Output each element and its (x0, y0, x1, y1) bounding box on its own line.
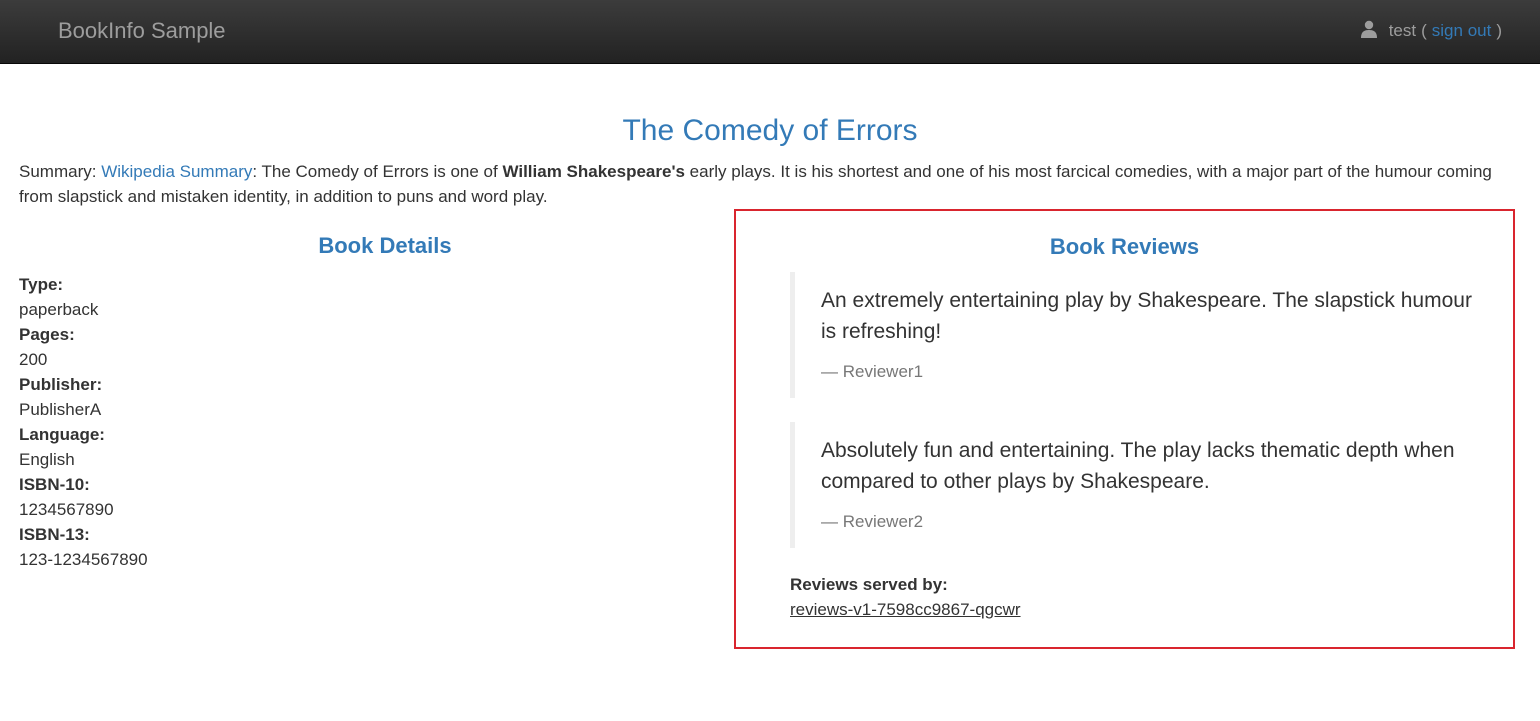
detail-value-isbn10: 1234567890 (19, 500, 114, 519)
book-reviews-panel: Book Reviews An extremely entertaining p… (734, 209, 1515, 649)
reviews-served-by-label: Reviews served by: (790, 575, 948, 594)
book-details-list: Type: paperback Pages: 200 Publisher: Pu… (19, 272, 148, 572)
paren-open: ( (1421, 21, 1427, 40)
reviews-served-by-value[interactable]: reviews-v1-7598cc9867-qgcwr (790, 598, 1021, 622)
detail-label-type: Type: (19, 275, 64, 294)
detail-value-language: English (19, 450, 75, 469)
username: test (1388, 21, 1417, 40)
detail-value-pages: 200 (19, 350, 48, 369)
book-reviews-heading: Book Reviews (1049, 234, 1200, 259)
review-text: An extremely entertaining play by Shakes… (821, 289, 1472, 343)
summary-label: Summary: (19, 162, 97, 181)
review-text: Absolutely fun and entertaining. The pla… (821, 439, 1455, 493)
book-title: The Comedy of Errors (622, 114, 918, 147)
review-author: — Reviewer1 (821, 362, 924, 381)
detail-label-isbn13: ISBN-13: (19, 525, 90, 544)
detail-value-publisher: PublisherA (19, 400, 102, 419)
wikipedia-summary-link[interactable]: Wikipedia Summary (101, 162, 252, 181)
detail-label-isbn10: ISBN-10: (19, 475, 90, 494)
review-item: Absolutely fun and entertaining. The pla… (790, 422, 1490, 548)
detail-value-type: paperback (19, 300, 99, 319)
detail-label-publisher: Publisher: (19, 375, 103, 394)
detail-label-language: Language: (19, 425, 105, 444)
detail-label-pages: Pages: (19, 325, 75, 344)
navbar: BookInfo Sample test ( sign out ) (0, 0, 1540, 64)
book-summary: Summary: Wikipedia Summary: The Comedy o… (19, 159, 1519, 209)
review-item: An extremely entertaining play by Shakes… (790, 272, 1490, 398)
review-author: — Reviewer2 (821, 512, 924, 531)
paren-close: ) (1496, 21, 1502, 40)
user-icon (1360, 20, 1378, 38)
sign-out-link[interactable]: sign out (1432, 20, 1492, 42)
brand-title[interactable]: BookInfo Sample (58, 17, 226, 45)
user-menu: test ( sign out ) (1360, 20, 1502, 42)
summary-author: William Shakespeare's (502, 162, 685, 181)
detail-value-isbn13: 123-1234567890 (19, 550, 148, 569)
book-details-heading: Book Details (318, 233, 452, 258)
summary-text-pre: : The Comedy of Errors is one of (252, 162, 498, 181)
